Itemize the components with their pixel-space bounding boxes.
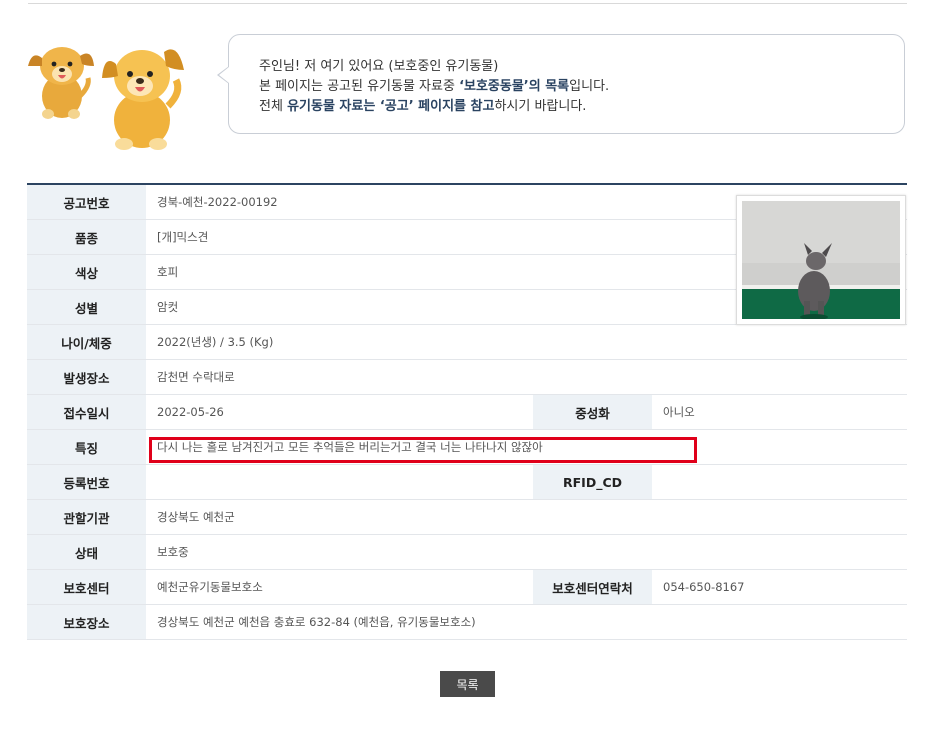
value-shelter-phone: 054-650-8167 bbox=[663, 580, 745, 594]
value-shelter-address: 경상북도 예천군 예천읍 충효로 632-84 (예천읍, 유기동물보호소) bbox=[157, 615, 476, 629]
label-received-date: 접수일시 bbox=[27, 395, 146, 429]
label-authority: 관할기관 bbox=[27, 500, 146, 534]
value-shelter: 예천군유기동물보호소 bbox=[157, 580, 263, 594]
value-age-weight: 2022(년생) / 3.5 (Kg) bbox=[157, 335, 274, 349]
row-status: 상태 보호중 bbox=[27, 535, 907, 570]
label-age-weight: 나이/체중 bbox=[27, 325, 146, 359]
top-divider bbox=[28, 3, 907, 4]
features-highlight-box bbox=[149, 437, 697, 463]
row-reg-no: 등록번호 RFID_CD bbox=[27, 465, 907, 500]
row-received-date: 접수일시 2022-05-26 중성화 아니오 bbox=[27, 395, 907, 430]
intro-line-1: 주인님! 저 여기 있어요 (보호중인 유기동물) bbox=[259, 59, 499, 74]
label-breed: 품종 bbox=[27, 220, 146, 254]
mascot-dogs-illustration bbox=[28, 47, 184, 150]
label-features: 특징 bbox=[27, 430, 146, 464]
intro-line-3: 전체 유기동물 자료는 ‘공고’ 페이지를 참고하시기 바랍니다. bbox=[259, 99, 587, 114]
value-received-date: 2022-05-26 bbox=[157, 405, 224, 419]
intro-line-2: 본 페이지는 공고된 유기동물 자료중 ‘보호중동물’의 목록입니다. bbox=[259, 79, 610, 94]
big-dog-icon bbox=[102, 49, 184, 150]
bubble-tail-fill bbox=[219, 67, 229, 83]
list-button[interactable]: 목록 bbox=[440, 671, 495, 697]
value-found-place: 감천면 수락대로 bbox=[157, 370, 235, 384]
row-age-weight: 나이/체중 2022(년생) / 3.5 (Kg) bbox=[27, 325, 907, 360]
label-neutered: 중성화 bbox=[533, 395, 652, 429]
row-authority: 관할기관 경상북도 예천군 bbox=[27, 500, 907, 535]
label-found-place: 발생장소 bbox=[27, 360, 146, 394]
row-found-place: 발생장소 감천면 수락대로 bbox=[27, 360, 907, 395]
label-shelter-phone: 보호센터연락처 bbox=[533, 570, 652, 604]
intro-text: 주인님! 저 여기 있어요 (보호중인 유기동물) 본 페이지는 공고된 유기동… bbox=[259, 57, 609, 117]
intro-speech-bubble: 주인님! 저 여기 있어요 (보호중인 유기동물) 본 페이지는 공고된 유기동… bbox=[228, 34, 905, 134]
label-shelter-address: 보호장소 bbox=[27, 605, 146, 639]
label-status: 상태 bbox=[27, 535, 146, 569]
row-shelter: 보호센터 예천군유기동물보호소 보호센터연락처 054-650-8167 bbox=[27, 570, 907, 605]
value-status: 보호중 bbox=[157, 545, 189, 559]
label-sex: 성별 bbox=[27, 290, 146, 324]
value-reg-no bbox=[146, 465, 533, 499]
label-shelter: 보호센터 bbox=[27, 570, 146, 604]
value-authority: 경상북도 예천군 bbox=[157, 510, 235, 524]
small-dog-icon bbox=[28, 47, 94, 119]
label-notice-no: 공고번호 bbox=[27, 185, 146, 219]
animal-photo bbox=[742, 201, 900, 319]
label-color: 색상 bbox=[27, 255, 146, 289]
animal-photo-frame[interactable] bbox=[736, 195, 906, 325]
label-rfid: RFID_CD bbox=[533, 465, 652, 499]
value-rfid bbox=[652, 465, 907, 499]
row-shelter-address: 보호장소 경상북도 예천군 예천읍 충효로 632-84 (예천읍, 유기동물보… bbox=[27, 605, 907, 640]
value-neutered: 아니오 bbox=[663, 405, 695, 419]
label-reg-no: 등록번호 bbox=[27, 465, 146, 499]
